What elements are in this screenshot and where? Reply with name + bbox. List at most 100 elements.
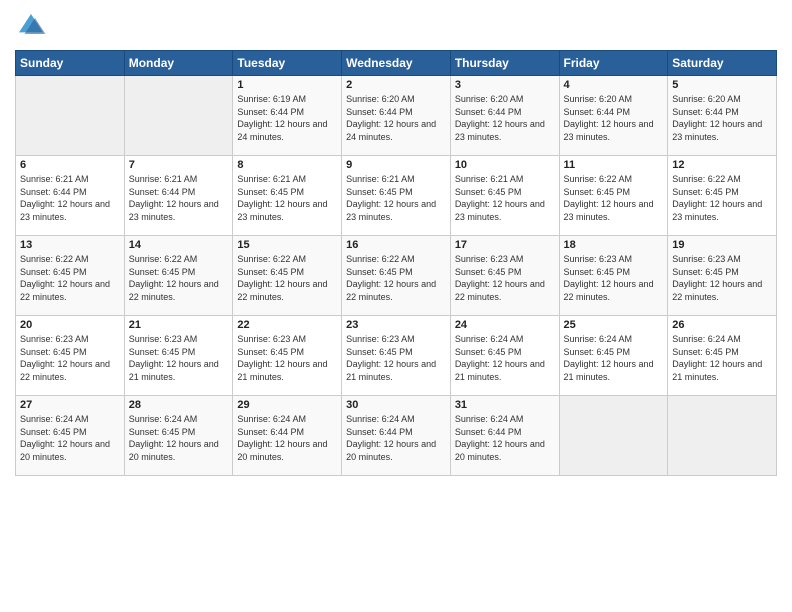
day-number: 16 — [346, 239, 446, 251]
day-number: 28 — [129, 399, 229, 411]
calendar-day-cell: 26 Sunrise: 6:24 AMSunset: 6:45 PMDayligh… — [668, 316, 777, 396]
day-number: 27 — [20, 399, 120, 411]
day-number: 2 — [346, 79, 446, 91]
calendar-day-cell: 11 Sunrise: 6:22 AMSunset: 6:45 PMDayligh… — [559, 156, 668, 236]
day-info: Sunrise: 6:22 AMSunset: 6:45 PMDaylight:… — [564, 173, 664, 223]
calendar-day-cell: 30 Sunrise: 6:24 AMSunset: 6:44 PMDayligh… — [342, 396, 451, 476]
calendar-day-cell: 18 Sunrise: 6:23 AMSunset: 6:45 PMDayligh… — [559, 236, 668, 316]
page: SundayMondayTuesdayWednesdayThursdayFrid… — [0, 0, 792, 612]
day-number: 7 — [129, 159, 229, 171]
calendar-day-cell: 28Sunrise: 6:24 AMSunset: 6:45 PMDayligh… — [124, 396, 233, 476]
day-info: Sunrise: 6:24 AMSunset: 6:44 PMDaylight:… — [237, 413, 337, 463]
day-info: Sunrise: 6:22 AMSunset: 6:45 PMDaylight:… — [672, 173, 772, 223]
day-number: 18 — [564, 239, 664, 251]
logo — [15, 10, 51, 42]
calendar-week-row: 1 Sunrise: 6:19 AMSunset: 6:44 PMDaylight… — [16, 76, 777, 156]
day-info: Sunrise: 6:23 AMSunset: 6:45 PMDaylight:… — [20, 333, 120, 383]
day-number: 11 — [564, 159, 664, 171]
day-info: Sunrise: 6:22 AMSunset: 6:45 PMDaylight:… — [129, 253, 229, 303]
day-number: 21 — [129, 319, 229, 331]
day-number: 3 — [455, 79, 555, 91]
day-info: Sunrise: 6:20 AMSunset: 6:44 PMDaylight:… — [455, 93, 555, 143]
day-number: 14 — [129, 239, 229, 251]
day-info: Sunrise: 6:23 AMSunset: 6:45 PMDaylight:… — [346, 333, 446, 383]
weekday-header: Sunday — [16, 51, 125, 76]
calendar-day-cell: 8Sunrise: 6:21 AMSunset: 6:45 PMDaylight… — [233, 156, 342, 236]
day-info: Sunrise: 6:23 AMSunset: 6:45 PMDaylight:… — [237, 333, 337, 383]
calendar-day-cell: 22 Sunrise: 6:23 AMSunset: 6:45 PMDayligh… — [233, 316, 342, 396]
day-number: 15 — [237, 239, 337, 251]
day-info: Sunrise: 6:21 AMSunset: 6:44 PMDaylight:… — [129, 173, 229, 223]
day-number: 10 — [455, 159, 555, 171]
calendar-day-cell: 31 Sunrise: 6:24 AMSunset: 6:44 PMDayligh… — [450, 396, 559, 476]
day-info: Sunrise: 6:24 AMSunset: 6:44 PMDaylight:… — [346, 413, 446, 463]
day-number: 25 — [564, 319, 664, 331]
calendar-day-cell: 19Sunrise: 6:23 AMSunset: 6:45 PMDayligh… — [668, 236, 777, 316]
weekday-header: Wednesday — [342, 51, 451, 76]
calendar-day-cell: 13Sunrise: 6:22 AMSunset: 6:45 PMDayligh… — [16, 236, 125, 316]
calendar-day-cell: 12 Sunrise: 6:22 AMSunset: 6:45 PMDayligh… — [668, 156, 777, 236]
day-info: Sunrise: 6:24 AMSunset: 6:45 PMDaylight:… — [20, 413, 120, 463]
weekday-header: Friday — [559, 51, 668, 76]
calendar-day-cell: 14 Sunrise: 6:22 AMSunset: 6:45 PMDayligh… — [124, 236, 233, 316]
day-info: Sunrise: 6:24 AMSunset: 6:45 PMDaylight:… — [672, 333, 772, 383]
calendar-day-cell — [124, 76, 233, 156]
calendar-day-cell: 20 Sunrise: 6:23 AMSunset: 6:45 PMDayligh… — [16, 316, 125, 396]
day-number: 12 — [672, 159, 772, 171]
day-info: Sunrise: 6:23 AMSunset: 6:45 PMDaylight:… — [455, 253, 555, 303]
day-number: 31 — [455, 399, 555, 411]
calendar-week-row: 27 Sunrise: 6:24 AMSunset: 6:45 PMDayligh… — [16, 396, 777, 476]
day-info: Sunrise: 6:22 AMSunset: 6:45 PMDaylight:… — [346, 253, 446, 303]
calendar-day-cell: 1 Sunrise: 6:19 AMSunset: 6:44 PMDaylight… — [233, 76, 342, 156]
day-info: Sunrise: 6:20 AMSunset: 6:44 PMDaylight:… — [346, 93, 446, 143]
calendar-day-cell: 27 Sunrise: 6:24 AMSunset: 6:45 PMDayligh… — [16, 396, 125, 476]
calendar-day-cell: 23Sunrise: 6:23 AMSunset: 6:45 PMDayligh… — [342, 316, 451, 396]
day-number: 4 — [564, 79, 664, 91]
weekday-header: Thursday — [450, 51, 559, 76]
day-info: Sunrise: 6:23 AMSunset: 6:45 PMDaylight:… — [129, 333, 229, 383]
day-number: 5 — [672, 79, 772, 91]
calendar-day-cell: 2 Sunrise: 6:20 AMSunset: 6:44 PMDaylight… — [342, 76, 451, 156]
calendar-day-cell: 24 Sunrise: 6:24 AMSunset: 6:45 PMDayligh… — [450, 316, 559, 396]
day-info: Sunrise: 6:20 AMSunset: 6:44 PMDaylight:… — [564, 93, 664, 143]
logo-icon — [15, 10, 47, 42]
day-number: 17 — [455, 239, 555, 251]
day-info: Sunrise: 6:22 AMSunset: 6:45 PMDaylight:… — [237, 253, 337, 303]
day-info: Sunrise: 6:21 AMSunset: 6:45 PMDaylight:… — [455, 173, 555, 223]
calendar-day-cell: 3 Sunrise: 6:20 AMSunset: 6:44 PMDaylight… — [450, 76, 559, 156]
calendar-day-cell: 6Sunrise: 6:21 AMSunset: 6:44 PMDaylight… — [16, 156, 125, 236]
day-number: 6 — [20, 159, 120, 171]
day-number: 30 — [346, 399, 446, 411]
calendar-day-cell: 17 Sunrise: 6:23 AMSunset: 6:45 PMDayligh… — [450, 236, 559, 316]
calendar-day-cell: 29Sunrise: 6:24 AMSunset: 6:44 PMDayligh… — [233, 396, 342, 476]
calendar-day-cell: 9Sunrise: 6:21 AMSunset: 6:45 PMDaylight… — [342, 156, 451, 236]
day-info: Sunrise: 6:21 AMSunset: 6:45 PMDaylight:… — [237, 173, 337, 223]
day-info: Sunrise: 6:21 AMSunset: 6:45 PMDaylight:… — [346, 173, 446, 223]
calendar-day-cell: 4 Sunrise: 6:20 AMSunset: 6:44 PMDaylight… — [559, 76, 668, 156]
calendar-table: SundayMondayTuesdayWednesdayThursdayFrid… — [15, 50, 777, 476]
calendar-day-cell: 5 Sunrise: 6:20 AMSunset: 6:44 PMDaylight… — [668, 76, 777, 156]
calendar-week-row: 20 Sunrise: 6:23 AMSunset: 6:45 PMDayligh… — [16, 316, 777, 396]
calendar-day-cell — [668, 396, 777, 476]
day-info: Sunrise: 6:20 AMSunset: 6:44 PMDaylight:… — [672, 93, 772, 143]
calendar-day-cell: 21 Sunrise: 6:23 AMSunset: 6:45 PMDayligh… — [124, 316, 233, 396]
day-info: Sunrise: 6:22 AMSunset: 6:45 PMDaylight:… — [20, 253, 120, 303]
day-number: 1 — [237, 79, 337, 91]
weekday-header: Tuesday — [233, 51, 342, 76]
day-info: Sunrise: 6:24 AMSunset: 6:45 PMDaylight:… — [455, 333, 555, 383]
day-number: 24 — [455, 319, 555, 331]
day-number: 26 — [672, 319, 772, 331]
day-info: Sunrise: 6:19 AMSunset: 6:44 PMDaylight:… — [237, 93, 337, 143]
calendar-day-cell: 10 Sunrise: 6:21 AMSunset: 6:45 PMDayligh… — [450, 156, 559, 236]
day-number: 22 — [237, 319, 337, 331]
weekday-header: Monday — [124, 51, 233, 76]
calendar-day-cell: 7 Sunrise: 6:21 AMSunset: 6:44 PMDaylight… — [124, 156, 233, 236]
calendar-day-cell — [559, 396, 668, 476]
day-info: Sunrise: 6:24 AMSunset: 6:44 PMDaylight:… — [455, 413, 555, 463]
weekday-header: Saturday — [668, 51, 777, 76]
day-info: Sunrise: 6:23 AMSunset: 6:45 PMDaylight:… — [564, 253, 664, 303]
calendar-day-cell — [16, 76, 125, 156]
calendar-day-cell: 25Sunrise: 6:24 AMSunset: 6:45 PMDayligh… — [559, 316, 668, 396]
day-number: 20 — [20, 319, 120, 331]
calendar-header-row: SundayMondayTuesdayWednesdayThursdayFrid… — [16, 51, 777, 76]
